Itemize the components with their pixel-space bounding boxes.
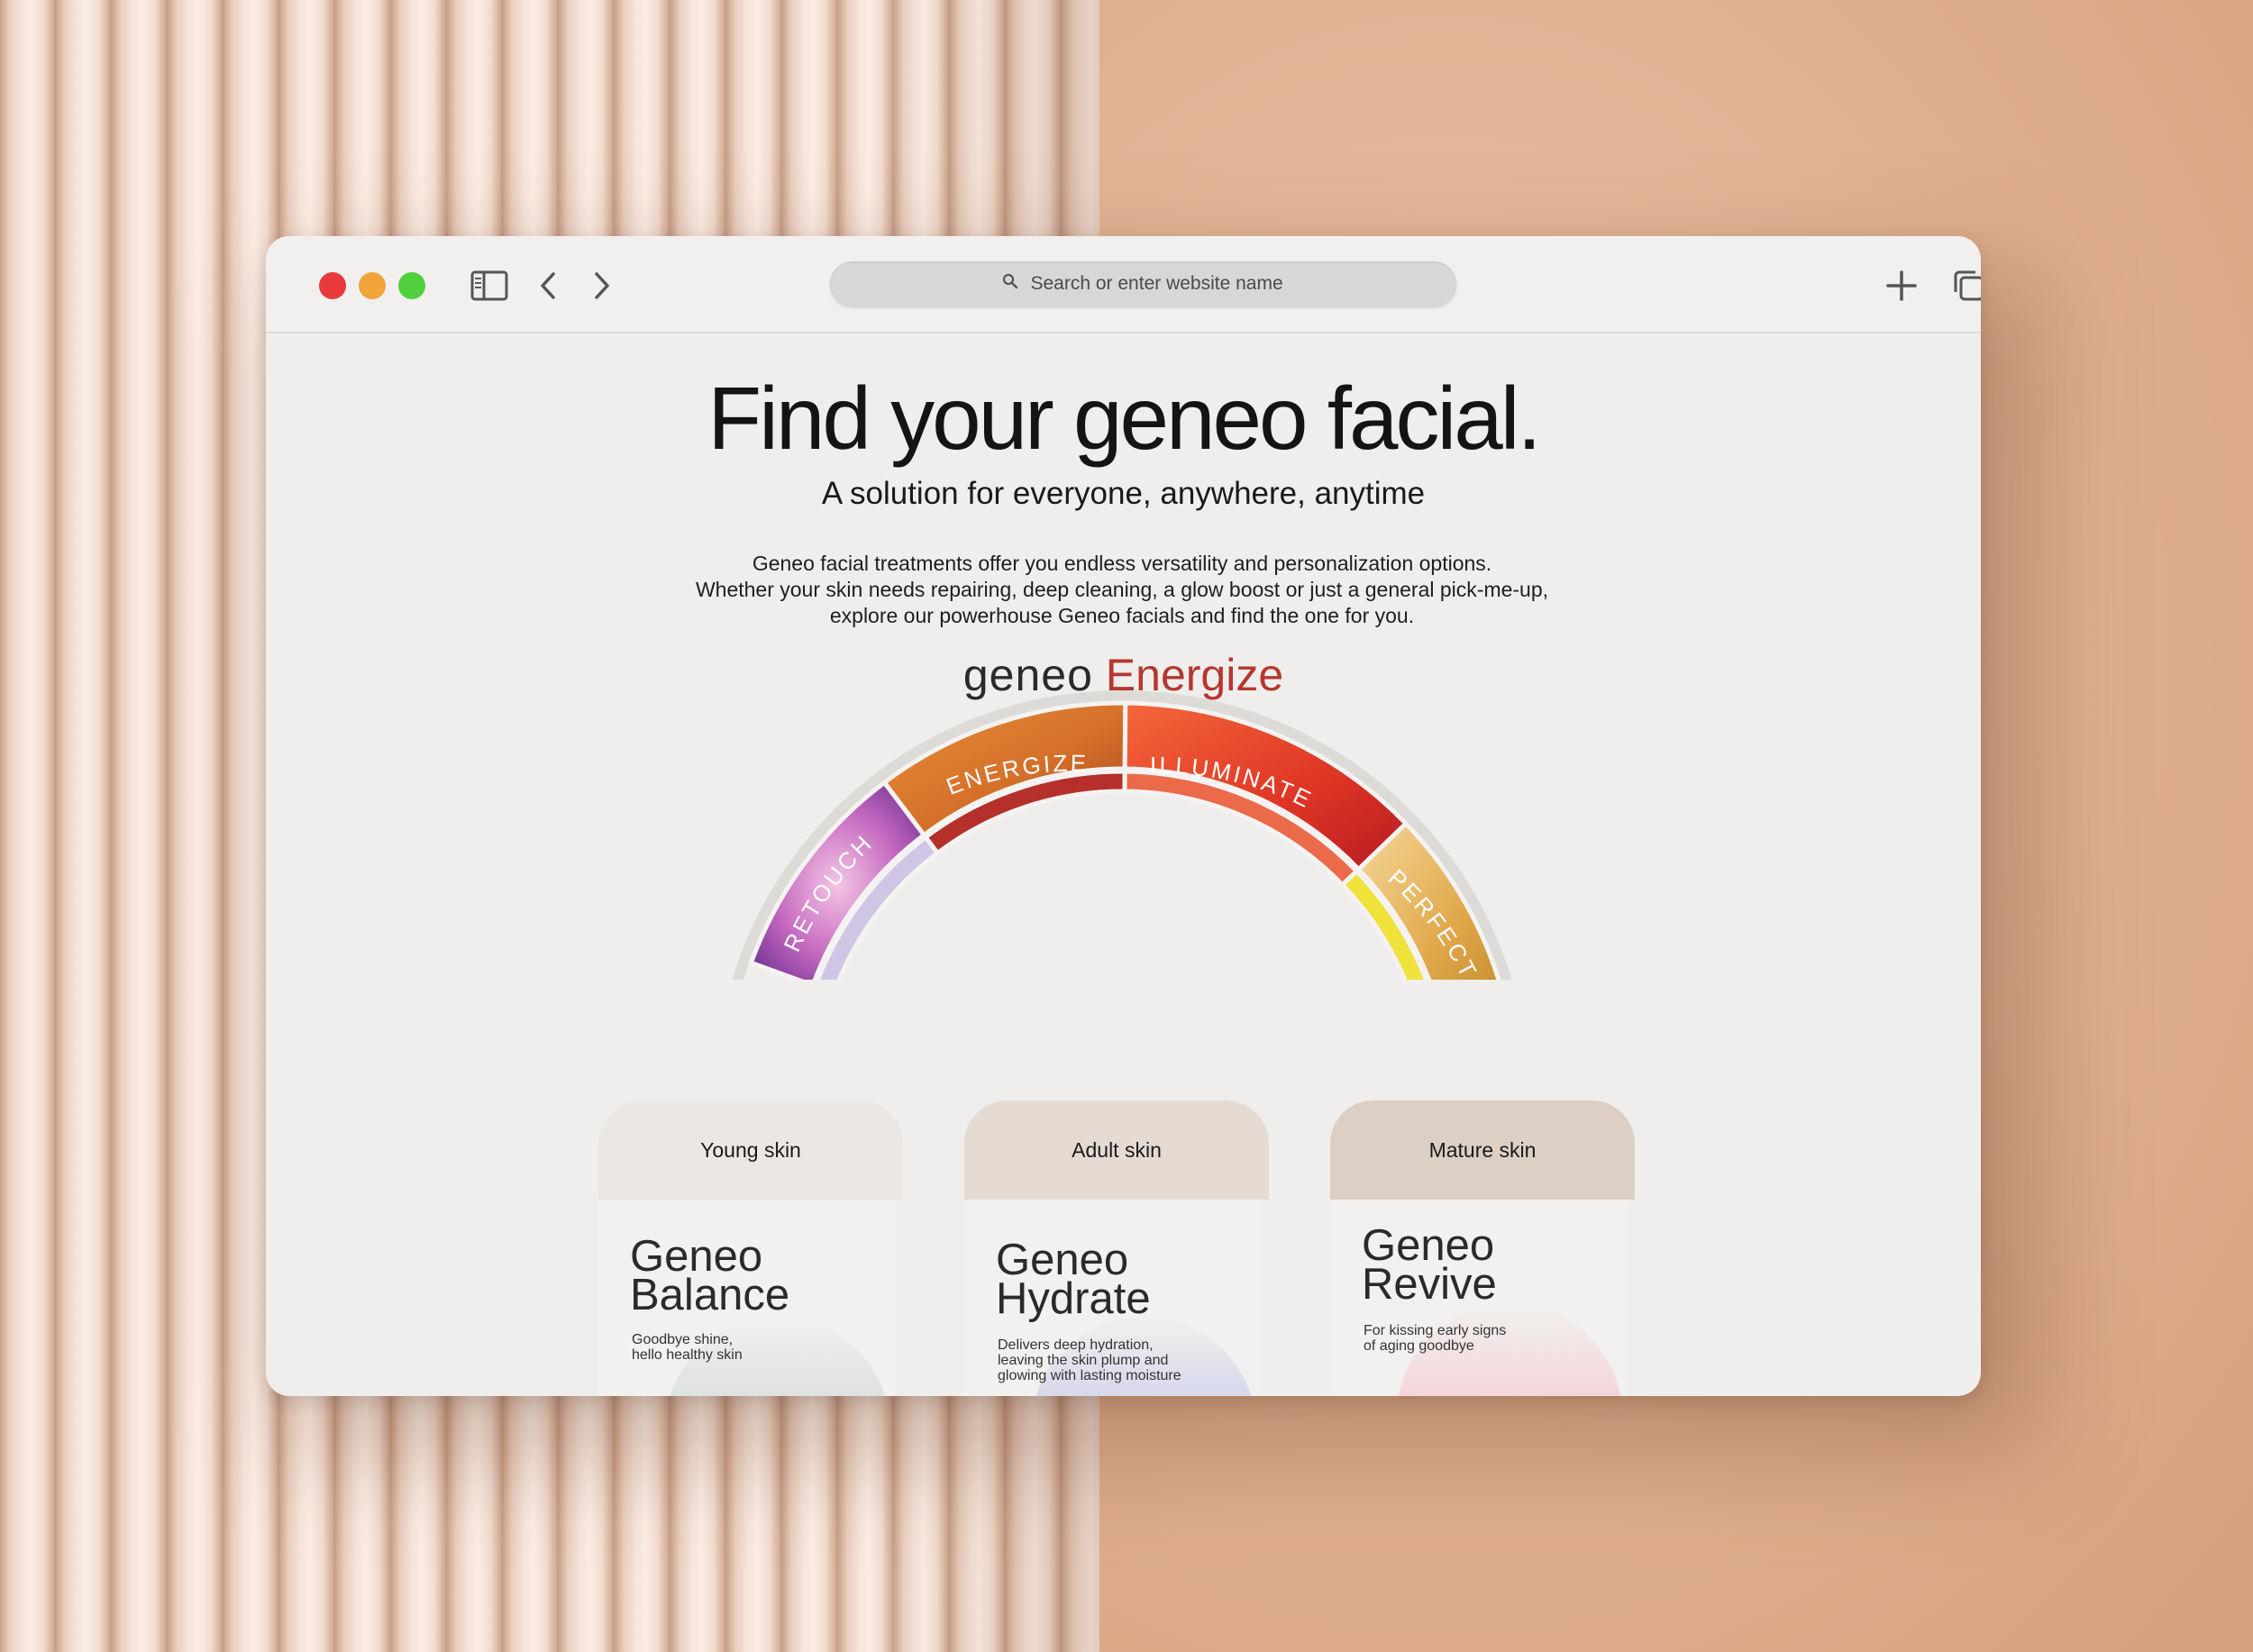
- sidebar-icon[interactable]: [469, 265, 510, 306]
- card-desc-line: of aging goodbye: [1364, 1338, 1474, 1354]
- minimize-window-button[interactable]: [359, 272, 386, 299]
- card-desc-line: glowing with lasting moisture: [998, 1368, 1181, 1383]
- card-description: For kissing early signs of aging goodbye: [1364, 1323, 1589, 1354]
- card-body: Geneo Hydrate Delivers deep hydration, l…: [964, 1200, 1262, 1396]
- browser-window: Find your geneo facial. A solution for e…: [266, 236, 1981, 1396]
- new-tab-icon[interactable]: [1881, 265, 1922, 306]
- intro-line: Whether your skin needs repairing, deep …: [695, 578, 1549, 601]
- card-title-line: Balance: [630, 1271, 790, 1319]
- address-input[interactable]: [1028, 272, 1285, 296]
- card-title: Geneo Balance: [630, 1235, 790, 1319]
- card-young-skin[interactable]: Young skin Geneo Balance Goodbye shine, …: [598, 1100, 903, 1396]
- card-body: Geneo Revive For kissing early signs of …: [1330, 1200, 1628, 1396]
- card-desc-line: Delivers deep hydration,: [998, 1337, 1154, 1353]
- address-bar[interactable]: [830, 261, 1456, 306]
- card-body: Geneo Balance Goodbye shine, hello healt…: [598, 1200, 896, 1396]
- intro-text: Geneo facial treatments offer you endles…: [644, 551, 1600, 629]
- back-icon[interactable]: [527, 265, 569, 306]
- page-subtitle: A solution for everyone, anywhere, anyti…: [821, 476, 1426, 511]
- card-title-line: Revive: [1362, 1260, 1497, 1309]
- page-title: Find your geneo facial.: [707, 369, 1541, 468]
- tab-mature-skin[interactable]: Mature skin: [1330, 1100, 1635, 1200]
- card-title-line: Hydrate: [996, 1274, 1151, 1323]
- treatment-wheel: RETOUCHENERGIZE ILLUMINATEPERFECT: [732, 690, 1512, 980]
- card-desc-line: hello healthy skin: [632, 1347, 743, 1363]
- card-description: Goodbye shine, hello healthy skin: [632, 1332, 857, 1363]
- browser-toolbar: [266, 236, 1981, 333]
- card-desc-line: For kissing early signs: [1364, 1323, 1507, 1338]
- tab-young-skin[interactable]: Young skin: [598, 1100, 903, 1200]
- card-mature-skin[interactable]: Mature skin Geneo Revive For kissing ear…: [1330, 1100, 1635, 1396]
- card-desc-line: leaving the skin plump and: [998, 1353, 1169, 1368]
- card-title: Geneo Hydrate: [996, 1238, 1151, 1323]
- intro-line: explore our powerhouse Geneo facials and…: [829, 604, 1415, 627]
- card-adult-skin[interactable]: Adult skin Geneo Hydrate Delivers deep h…: [964, 1100, 1269, 1396]
- card-desc-line: Goodbye shine,: [632, 1332, 734, 1347]
- tab-adult-skin[interactable]: Adult skin: [964, 1100, 1269, 1200]
- page-content: Find your geneo facial. A solution for e…: [266, 332, 1981, 1396]
- search-icon: [1002, 273, 1018, 295]
- close-window-button[interactable]: [319, 272, 346, 299]
- card-description: Delivers deep hydration, leaving the ski…: [998, 1337, 1223, 1383]
- intro-line: Geneo facial treatments offer you endles…: [752, 552, 1492, 575]
- card-title: Geneo Revive: [1362, 1224, 1497, 1309]
- tabs-overview-icon[interactable]: [1948, 265, 1981, 306]
- zoom-window-button[interactable]: [398, 272, 425, 299]
- forward-icon[interactable]: [581, 265, 623, 306]
